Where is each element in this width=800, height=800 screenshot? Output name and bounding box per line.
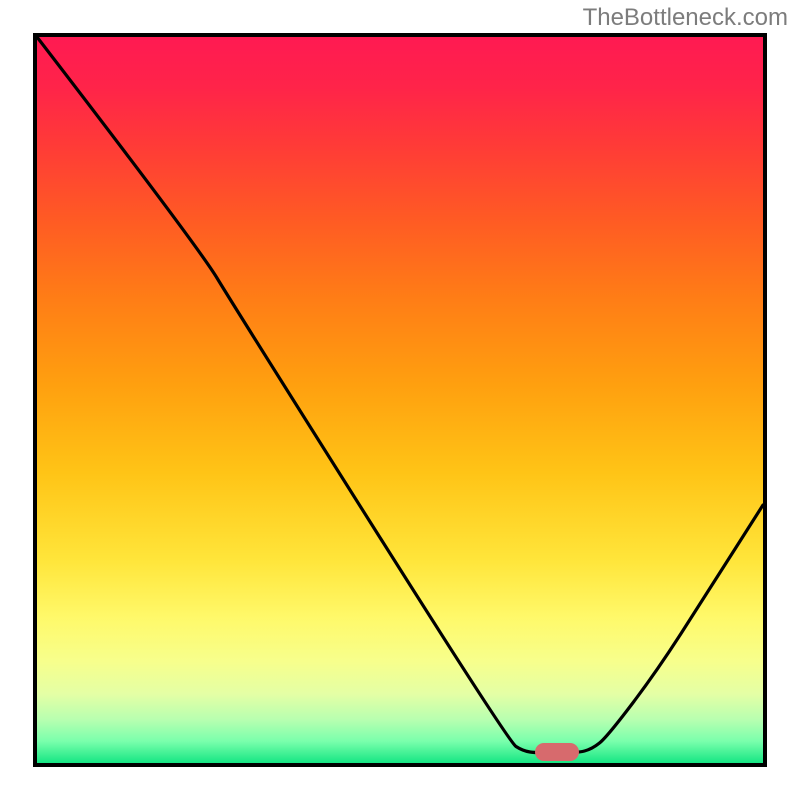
plot-area bbox=[33, 33, 767, 767]
bottleneck-curve bbox=[37, 37, 763, 763]
watermark-text: TheBottleneck.com bbox=[583, 4, 788, 32]
chart-container: TheBottleneck.com bbox=[0, 0, 800, 800]
optimal-marker bbox=[535, 743, 579, 761]
